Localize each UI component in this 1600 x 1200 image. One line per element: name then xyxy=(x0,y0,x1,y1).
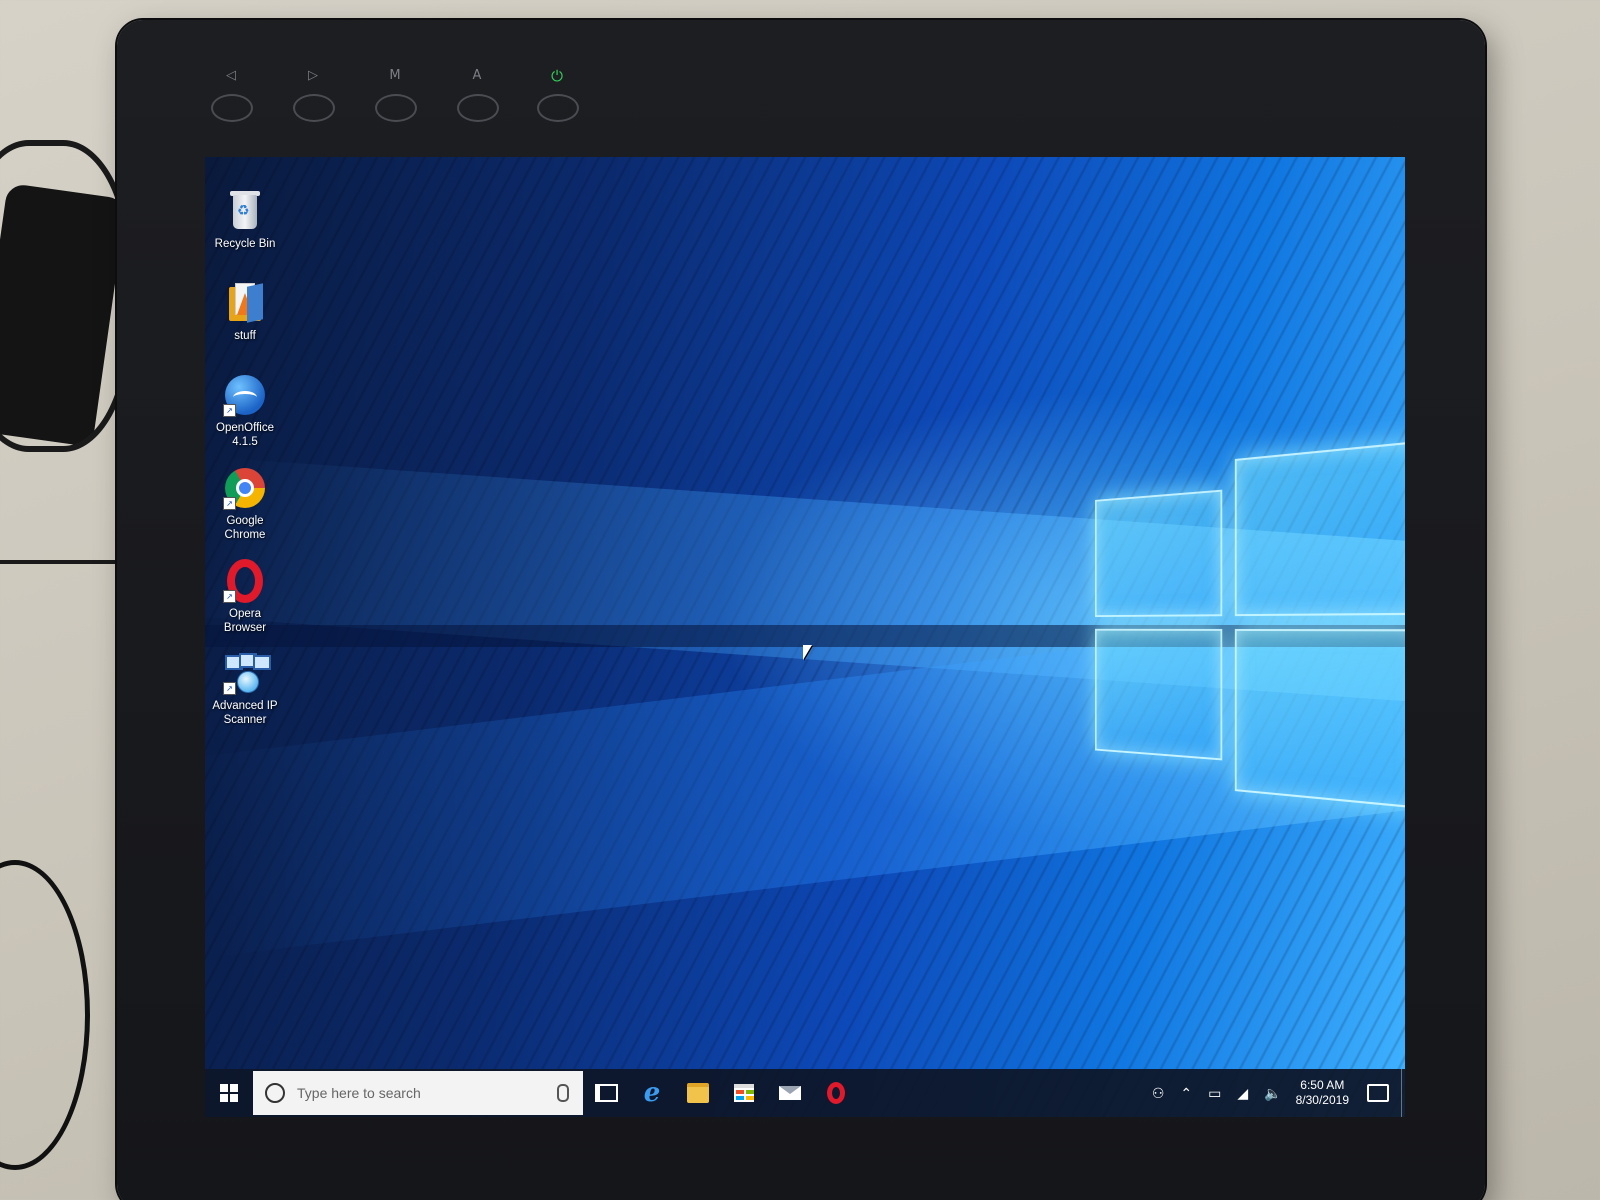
chrome-icon: ↗ xyxy=(223,466,267,510)
desktop-icon-openoffice[interactable]: ↗ OpenOffice 4.1.5 xyxy=(205,373,285,449)
mouse-cursor-icon xyxy=(803,645,812,660)
monitor-bezel: ◁ ▷ M A ⏻ ♻ Recycle Bin stuff ↗ OpenOffi… xyxy=(117,20,1485,1200)
desktop-icon-label: Advanced IP Scanner xyxy=(212,700,278,726)
openoffice-icon: ↗ xyxy=(223,373,267,417)
desktop-icon-label: Recycle Bin xyxy=(214,238,276,250)
store-taskbar-button[interactable] xyxy=(721,1069,767,1117)
volume-icon[interactable]: 🔈 xyxy=(1264,1085,1281,1102)
opera-icon xyxy=(827,1082,845,1104)
recycle-bin-icon xyxy=(223,189,267,233)
desktop-icon-recycle-bin[interactable]: Recycle Bin xyxy=(205,189,285,251)
opera-icon: ↗ xyxy=(223,559,267,603)
battery-icon[interactable]: ▭ xyxy=(1208,1085,1221,1102)
menu-label: M xyxy=(389,68,401,83)
desktop-screen[interactable]: Recycle Bin stuff ↗ OpenOffice 4.1.5 ↗ G… xyxy=(205,157,1405,1117)
desktop-icon-label: OpenOffice 4.1.5 xyxy=(216,422,274,448)
desktop-icon-stuff[interactable]: stuff xyxy=(205,281,285,343)
opera-taskbar-button[interactable] xyxy=(813,1069,859,1117)
osd-right-button[interactable]: ▷ xyxy=(293,66,335,122)
auto-label: A xyxy=(472,68,482,83)
mail-icon xyxy=(779,1086,801,1100)
task-view-button[interactable] xyxy=(583,1069,629,1117)
right-arrow-icon: ▷ xyxy=(308,68,318,83)
show-desktop-button[interactable] xyxy=(1401,1069,1405,1117)
left-arrow-icon: ◁ xyxy=(226,68,236,83)
system-tray: ⚇ ⌃ ▭ ◢ 🔈 6:50 AM 8/30/2019 xyxy=(1144,1069,1405,1117)
osd-power-button[interactable]: ⏻ xyxy=(537,66,579,122)
desktop-icon-advanced-ip-scanner[interactable]: ↗ Advanced IP Scanner xyxy=(205,651,285,727)
clock[interactable]: 6:50 AM 8/30/2019 xyxy=(1296,1078,1349,1108)
desktop-icon-label: Google Chrome xyxy=(224,515,266,541)
cable xyxy=(0,140,132,452)
edge-taskbar-button[interactable]: e xyxy=(629,1069,675,1117)
cortana-icon xyxy=(265,1083,285,1103)
microphone-icon[interactable] xyxy=(557,1084,569,1102)
file-explorer-taskbar-button[interactable] xyxy=(675,1069,721,1117)
desktop-icon-google-chrome[interactable]: ↗ Google Chrome xyxy=(205,466,285,542)
folder-icon xyxy=(223,281,267,325)
clock-date: 8/30/2019 xyxy=(1295,1093,1349,1107)
mail-taskbar-button[interactable] xyxy=(767,1069,813,1117)
search-box[interactable]: Type here to search xyxy=(253,1071,583,1115)
action-center-icon[interactable] xyxy=(1367,1084,1389,1102)
search-placeholder: Type here to search xyxy=(297,1085,421,1101)
file-explorer-icon xyxy=(687,1083,709,1103)
power-icon: ⏻ xyxy=(551,67,563,85)
osd-menu-button[interactable]: M xyxy=(375,66,417,122)
osd-left-button[interactable]: ◁ xyxy=(211,66,253,122)
taskbar: Type here to search e ⚇ ⌃ ▭ ◢ 🔈 6:50 AM … xyxy=(205,1069,1405,1117)
osd-auto-button[interactable]: A xyxy=(457,66,499,122)
chevron-up-icon[interactable]: ⌃ xyxy=(1180,1085,1192,1102)
advanced-ip-scanner-icon: ↗ xyxy=(223,651,271,695)
windows-logo-icon xyxy=(220,1084,238,1102)
osd-button-row: ◁ ▷ M A ⏻ xyxy=(117,20,1485,160)
clock-time: 6:50 AM xyxy=(1300,1078,1345,1092)
windows-wallpaper-logo xyxy=(1095,438,1405,816)
desktop-icon-label: Opera Browser xyxy=(223,608,267,634)
task-view-icon xyxy=(594,1084,618,1102)
desktop-icon-label: stuff xyxy=(234,330,256,342)
start-button[interactable] xyxy=(205,1069,253,1117)
cable xyxy=(0,860,90,1170)
people-icon[interactable]: ⚇ xyxy=(1152,1085,1165,1102)
microsoft-store-icon xyxy=(734,1084,754,1102)
desktop-icon-opera-browser[interactable]: ↗ Opera Browser xyxy=(205,559,285,635)
edge-icon: e xyxy=(643,1078,661,1108)
network-icon[interactable]: ◢ xyxy=(1237,1085,1248,1102)
